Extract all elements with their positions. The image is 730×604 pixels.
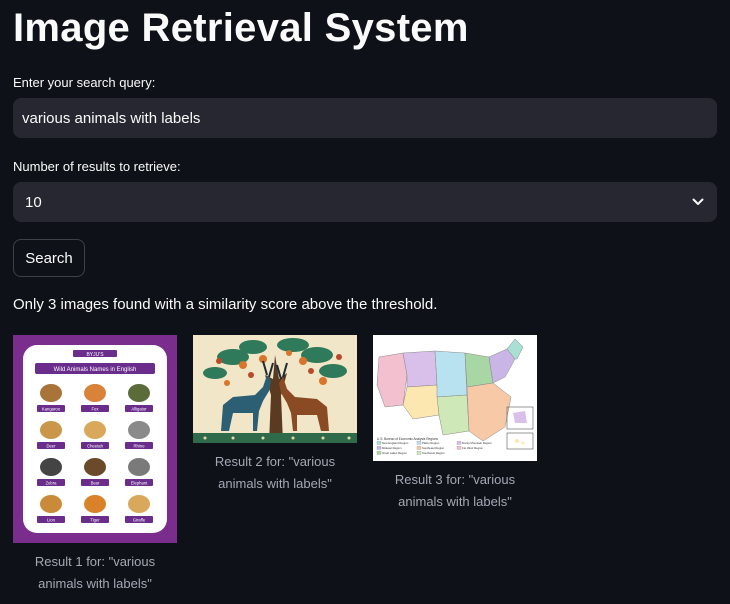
map-legend-label: Far West Region <box>462 446 483 450</box>
map-legend-swatch <box>456 441 462 445</box>
num-results-selected-value: 10 <box>25 193 42 211</box>
map-legend-swatch <box>416 451 422 455</box>
poster-animal-label: Giraffe <box>133 518 146 523</box>
poster-animal-label: Tiger <box>90 518 100 523</box>
map-legend-swatch <box>416 446 422 450</box>
page-title: Image Retrieval System <box>13 6 469 50</box>
search-query-input[interactable] <box>22 109 708 127</box>
map-legend-label: Mideast Region <box>382 446 402 450</box>
poster-animal-picture <box>40 495 62 513</box>
result-caption-1-line1: Result 1 for: "various <box>34 554 156 569</box>
result-image-2[interactable] <box>193 335 357 443</box>
map-legend-label: Rocky Mountain Region <box>462 441 492 445</box>
search-button[interactable]: Search <box>13 239 85 277</box>
poster-animal-picture <box>84 458 106 476</box>
poster-animal-picture <box>128 495 150 513</box>
poster-animal-picture <box>40 421 62 439</box>
poster-animal-label: Cheetah <box>87 444 104 449</box>
map-legend-swatch <box>376 441 382 445</box>
result-image-1[interactable]: BYJU'S Wild Animals Names in English Kan… <box>13 335 177 543</box>
poster-animal-picture <box>84 421 106 439</box>
map-legend-swatch <box>456 446 462 450</box>
map-legend-label: Great Lakes Region <box>382 451 407 455</box>
poster-animal-picture <box>40 384 62 402</box>
chevron-down-icon <box>691 195 705 209</box>
poster-brand: BYJU'S <box>86 352 104 358</box>
poster-animal-label: Alligator <box>131 407 147 412</box>
result-card-1: BYJU'S Wild Animals Names in English Kan… <box>13 335 177 595</box>
poster-animal-picture <box>84 384 106 402</box>
map-legend-swatch <box>416 441 422 445</box>
result-card-3: U.S. Bureau of Economic Analysis Regions… <box>373 335 537 513</box>
poster-animal-picture <box>128 458 150 476</box>
results-status-message: Only 3 images found with a similarity sc… <box>13 296 438 313</box>
map-legend-swatch <box>376 451 382 455</box>
num-results-select[interactable]: 10 <box>13 182 717 222</box>
result-caption-2-line2: animals with labels" <box>218 476 332 491</box>
poster-animal-label: Elephant <box>131 481 148 486</box>
map-legend-label: Southwest Region <box>422 451 445 455</box>
poster-animal-label: Zebra <box>46 481 58 486</box>
poster-animal-picture <box>128 384 150 402</box>
poster-title: Wild Animals Names in English <box>54 367 137 373</box>
result-caption-2-line1: Result 2 for: "various <box>214 454 336 469</box>
map-legend-label: New England Region <box>382 441 409 445</box>
poster-animal-label: Fox <box>92 407 100 412</box>
result-caption-1-line2: animals with labels" <box>38 576 152 591</box>
num-results-label: Number of results to retrieve: <box>13 159 181 174</box>
map-legend-label: Plains Region <box>422 441 440 445</box>
map-legend-swatch <box>376 446 382 450</box>
query-label: Enter your search query: <box>13 75 156 90</box>
map-legend-label: Southeast Region <box>422 446 445 450</box>
poster-animal-label: Rhino <box>134 444 146 449</box>
result-card-2: Result 2 for: "various animals with labe… <box>193 335 357 495</box>
poster-animal-label: Deer <box>46 444 56 449</box>
search-query-field[interactable] <box>13 98 717 138</box>
result-image-3[interactable]: U.S. Bureau of Economic Analysis Regions… <box>373 335 537 461</box>
poster-animal-picture <box>128 421 150 439</box>
result-caption-3-line1: Result 3 for: "various <box>394 472 516 487</box>
poster-animal-picture <box>84 495 106 513</box>
result-caption-3-line2: animals with labels" <box>398 494 512 509</box>
poster-animal-label: Bear <box>91 481 100 486</box>
poster-animal-label: Lion <box>47 518 56 523</box>
poster-animal-label: Kangaroo <box>42 407 61 412</box>
poster-animal-picture <box>40 458 62 476</box>
